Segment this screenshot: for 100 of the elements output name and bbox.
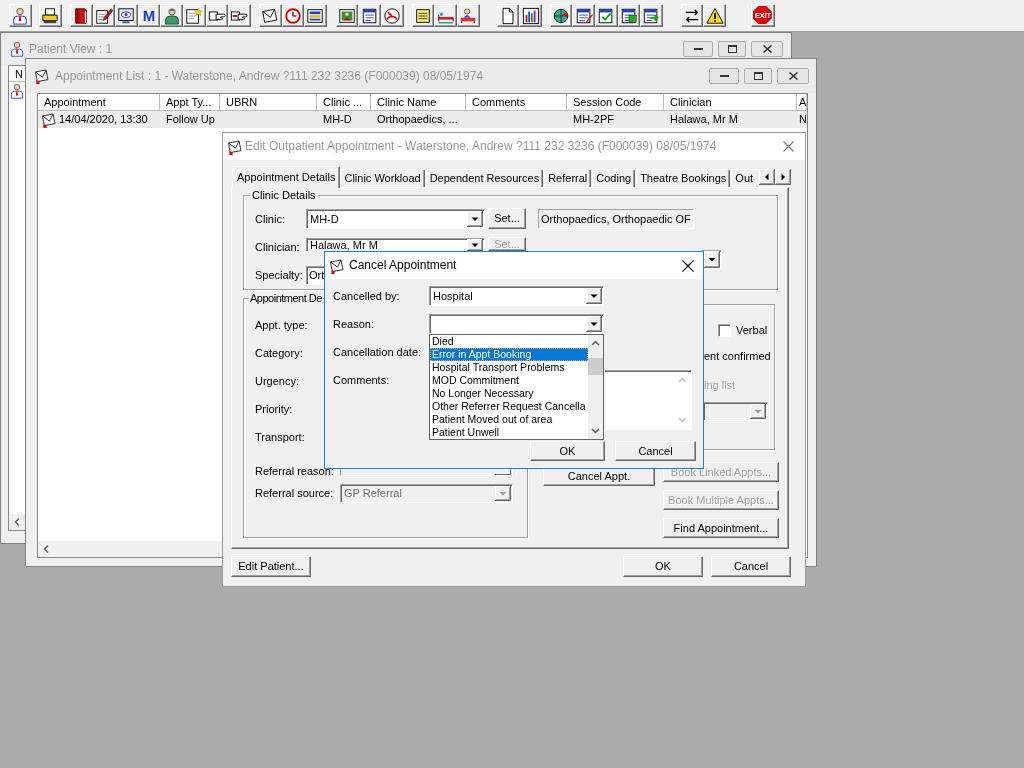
cancel-button[interactable]: Cancel [615, 441, 696, 461]
field-label: Referral source: [255, 487, 335, 500]
checklist-icon [597, 6, 616, 25]
toolbar-button[interactable] [640, 4, 663, 27]
toolbar-button[interactable] [205, 4, 229, 27]
caret-left-icon[interactable] [759, 169, 775, 185]
tab[interactable]: Theatre Bookings [636, 169, 731, 187]
action-button[interactable]: Find Appointment... [663, 518, 779, 538]
caret-down-icon[interactable] [467, 239, 483, 251]
toolbar-button[interactable] [39, 4, 62, 27]
toolbar-button[interactable] [182, 4, 206, 27]
window-title: Edit Outpatient Appointment - Waterstone, Andrew ?111 232 3236 (F000039) 08/05/1974 [245, 139, 717, 154]
toolbar-button[interactable] [519, 4, 542, 27]
toolbar-button[interactable] [496, 4, 520, 27]
toolbar-button[interactable] [572, 4, 595, 27]
dropdown-field[interactable]: MH-D [306, 209, 485, 229]
toolbar-button[interactable] [228, 4, 251, 27]
caret-down-icon[interactable] [586, 316, 602, 332]
dropdown-field[interactable]: Hospital [429, 286, 604, 306]
screen-icon [117, 6, 136, 25]
tab[interactable]: Out [731, 169, 759, 187]
dropdown-field[interactable]: Halawa, Mr M [306, 238, 485, 251]
toolbar-button[interactable] [258, 4, 282, 27]
tab[interactable]: Clinic Workload [340, 169, 425, 187]
close-icon [762, 45, 772, 53]
caret-down-icon[interactable] [586, 288, 602, 304]
minimize-button[interactable] [709, 68, 739, 84]
toolbar-button[interactable] [680, 4, 704, 27]
list-item[interactable]: Died [430, 335, 588, 348]
ok-button[interactable]: OK [623, 556, 703, 577]
scroll-thumb[interactable] [588, 358, 603, 375]
toolbar-button[interactable]: M [137, 4, 161, 27]
table-cell-text: N [799, 112, 807, 127]
checkbox[interactable] [718, 324, 731, 337]
field-label: Clinician: [255, 241, 301, 254]
gauge-icon [383, 6, 402, 25]
toolbar-button[interactable] [549, 4, 573, 27]
set-button[interactable]: Set... [488, 208, 526, 229]
tab[interactable]: Appointment Details [232, 166, 341, 188]
table-cell-text: MH-2PF [573, 112, 614, 127]
list-item[interactable]: Other Referrer Request Cancella [430, 400, 588, 413]
toolbar-button[interactable] [595, 4, 618, 27]
toolbar-button[interactable] [703, 4, 726, 27]
tab[interactable]: Coding [592, 169, 636, 187]
form-icon [574, 6, 593, 25]
notepad-icon [94, 6, 113, 25]
toolbar-button[interactable] [69, 4, 93, 27]
checkbox-label[interactable]: Verbal [736, 324, 768, 337]
toolbar-button[interactable] [358, 4, 382, 27]
field-label: Category: [255, 346, 303, 360]
toolbar-button[interactable] [115, 4, 138, 27]
close-button[interactable] [751, 41, 783, 57]
toolbar-button[interactable] [335, 4, 359, 27]
window-title: Patient View : 1 [29, 41, 113, 57]
dropdown-field[interactable] [429, 314, 604, 334]
field-label: Cancellation date: [333, 345, 422, 359]
checkbox-label[interactable]: ent confirmed [704, 350, 771, 363]
toolbar-button[interactable] [617, 4, 641, 27]
cancel-button[interactable]: Cancel [711, 556, 791, 577]
chevron-left-icon[interactable] [9, 514, 25, 530]
maximize-button[interactable] [718, 41, 746, 57]
toolbar-button[interactable] [381, 4, 404, 27]
edit-patient-button[interactable]: Edit Patient... [231, 556, 311, 577]
field-label: Priority: [255, 402, 293, 416]
ok-button[interactable]: OK [530, 441, 605, 461]
notepad-icon [185, 6, 204, 25]
field-label: Appt. type: [255, 318, 308, 332]
envelope-icon [34, 68, 50, 84]
form-icon [642, 6, 661, 25]
exit-button[interactable]: EXIT [750, 4, 775, 27]
clock-icon [283, 6, 302, 25]
maximize-icon [753, 72, 763, 80]
list-item[interactable]: No Longer Necessary [430, 387, 588, 400]
minimize-button[interactable] [683, 41, 713, 57]
envelope-icon [41, 111, 57, 128]
caret-down-icon[interactable] [467, 211, 483, 227]
table-cell-text: 14/04/2020, 13:30 [59, 112, 148, 127]
close-icon [788, 72, 798, 80]
window-title: Appointment List : 1 - Waterstone, Andrew ?111 232 3236 (F000039) 08/05/1974 [55, 68, 484, 84]
close-icon[interactable] [682, 259, 694, 272]
toolbar-button[interactable] [92, 4, 116, 27]
toolbar-button[interactable] [304, 4, 327, 27]
table-row[interactable]: 14/04/2020, 13:30 Follow Up MH-D Orthopaedics, ... MH-2PF Halawa, Mr M N [38, 111, 807, 128]
maximize-icon [727, 45, 737, 53]
tab[interactable]: Dependent Resources [425, 169, 544, 187]
toolbar-button[interactable] [411, 4, 435, 27]
table-cell-text: Follow Up [166, 112, 215, 127]
caret-right-icon[interactable] [775, 169, 791, 185]
list-item[interactable]: Hospital Transport Problems [430, 361, 588, 374]
minimize-icon [719, 75, 729, 77]
maximize-button[interactable] [744, 68, 772, 84]
list-item[interactable]: MOD Commitment [430, 374, 588, 387]
tab[interactable]: Referral [544, 169, 592, 187]
envelope-icon [261, 6, 280, 25]
list-item[interactable]: Patient Unwell [430, 426, 588, 439]
list-item[interactable]: Patient Moved out of area [430, 413, 588, 426]
list-item[interactable]: Error in Appt Booking [430, 348, 588, 361]
close-button[interactable] [777, 68, 809, 84]
warning-icon [705, 6, 724, 25]
field-label: Comments: [333, 373, 391, 387]
